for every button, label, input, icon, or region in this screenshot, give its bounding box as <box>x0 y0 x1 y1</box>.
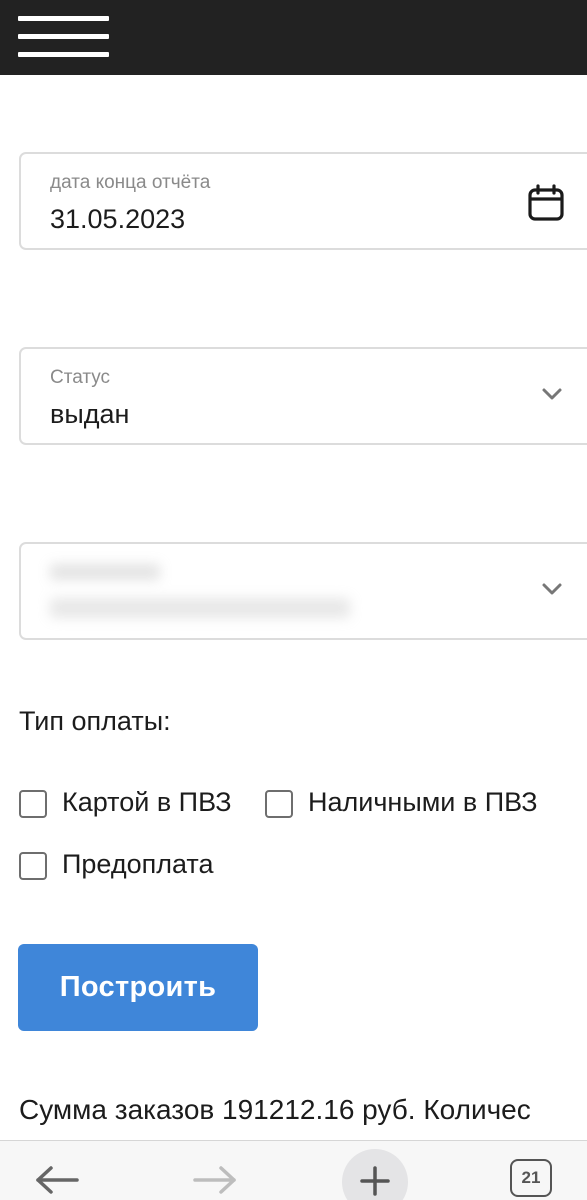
blurred-label <box>50 564 160 580</box>
checkbox-cash-at-pickup[interactable] <box>265 790 293 818</box>
chevron-down-icon[interactable] <box>541 387 563 401</box>
checkbox-prepayment[interactable] <box>19 852 47 880</box>
build-report-button[interactable]: Построить <box>18 944 258 1031</box>
forward-arrow-icon[interactable] <box>192 1165 238 1195</box>
top-bar <box>0 0 587 75</box>
status-label: Статус <box>50 367 111 388</box>
status-select[interactable]: Статус выдан <box>19 347 587 445</box>
end-date-value[interactable]: 31.05.2023 <box>50 204 185 235</box>
menu-line <box>18 52 109 57</box>
menu-line <box>18 16 109 21</box>
back-arrow-icon[interactable] <box>34 1165 80 1195</box>
blurred-value <box>50 598 350 618</box>
plus-icon <box>360 1166 390 1196</box>
hamburger-menu-icon[interactable] <box>18 16 109 58</box>
checkbox-card-at-pickup-label[interactable]: Картой в ПВЗ <box>62 787 232 818</box>
blurred-content <box>50 558 490 628</box>
tabs-count-button[interactable]: 21 <box>510 1159 552 1197</box>
checkbox-prepayment-label[interactable]: Предоплата <box>62 849 214 880</box>
browser-toolbar: 21 <box>0 1140 587 1200</box>
checkbox-cash-at-pickup-label[interactable]: Наличными в ПВЗ <box>308 787 538 818</box>
checkbox-card-at-pickup[interactable] <box>19 790 47 818</box>
calendar-icon[interactable] <box>527 184 565 222</box>
status-value: выдан <box>50 399 130 429</box>
orders-summary: Сумма заказов 191212.16 руб. Количес <box>19 1094 531 1125</box>
menu-line <box>18 34 109 39</box>
new-tab-button[interactable] <box>342 1149 408 1200</box>
end-date-label: дата конца отчёта <box>50 172 211 193</box>
end-date-field[interactable]: дата конца отчёта 31.05.2023 <box>19 152 587 250</box>
chevron-down-icon[interactable] <box>541 582 563 596</box>
payment-type-heading: Тип оплаты: <box>19 706 171 736</box>
obscured-select[interactable] <box>19 542 587 640</box>
